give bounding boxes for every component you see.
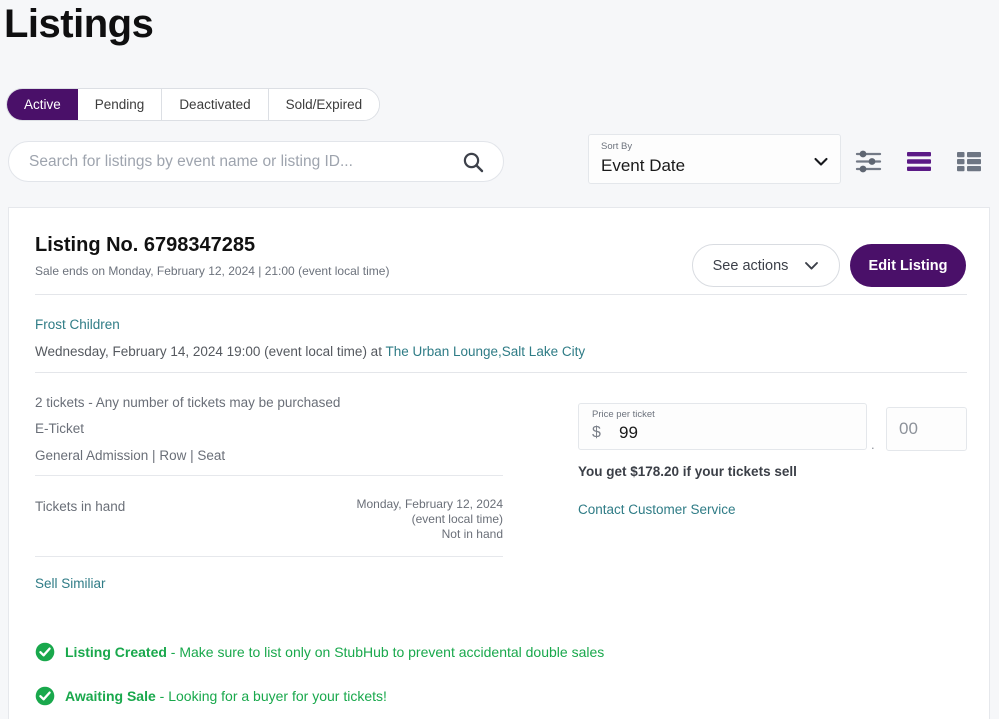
currency-symbol: $: [592, 424, 601, 441]
status-tab-bar: Active Pending Deactivated Sold/Expired: [6, 88, 381, 121]
tab-active[interactable]: Active: [7, 89, 78, 120]
listings-page: Listings Active Pending Deactivated Sold…: [0, 0, 999, 719]
tickets-in-hand-details: Monday, February 12, 2024 (event local t…: [233, 497, 503, 542]
sort-by-select[interactable]: Sort By Event Date: [588, 134, 841, 184]
search-icon[interactable]: [461, 150, 485, 174]
edit-listing-button[interactable]: Edit Listing: [850, 244, 966, 287]
seating-info: General Admission | Row | Seat: [35, 448, 226, 463]
page-title: Listings: [4, 2, 154, 46]
tickets-in-hand-timezone: (event local time): [411, 512, 503, 526]
price-per-ticket-label: Price per ticket: [592, 409, 655, 420]
grid-view-icon[interactable]: [956, 151, 982, 177]
performer-link[interactable]: Frost Children: [35, 317, 120, 332]
divider: [35, 294, 967, 295]
sort-by-value: Event Date: [601, 156, 686, 175]
sale-ends-text: Sale ends on Monday, February 12, 2024 |…: [35, 264, 390, 278]
list-view-icon[interactable]: [906, 151, 932, 177]
tab-deactivated[interactable]: Deactivated: [162, 89, 269, 120]
divider: [35, 475, 503, 476]
see-actions-button[interactable]: See actions: [692, 244, 840, 287]
delivery-type: E-Ticket: [35, 421, 85, 436]
tickets-in-hand-label: Tickets in hand: [35, 499, 126, 514]
chevron-down-icon[interactable]: [814, 154, 828, 172]
price-decimal-separator: .: [871, 437, 875, 452]
ticket-quantity: 2 tickets - Any number of tickets may be…: [35, 395, 341, 410]
price-dollars-input[interactable]: [619, 423, 849, 443]
listing-card: Listing No. 6798347285 Sale ends on Mond…: [8, 207, 990, 719]
event-datetime: Wednesday, February 14, 2024 19:00 (even…: [35, 344, 386, 359]
tab-sold-expired[interactable]: Sold/Expired: [268, 89, 380, 120]
payout-text: You get $178.20 if your tickets sell: [578, 464, 797, 479]
contact-customer-service-link[interactable]: Contact Customer Service: [578, 502, 736, 517]
check-circle-icon: [35, 642, 55, 662]
tab-pending[interactable]: Pending: [77, 89, 163, 120]
divider: [35, 372, 967, 373]
status-title: Listing Created: [65, 644, 167, 660]
check-circle-icon: [35, 686, 55, 706]
see-actions-label: See actions: [712, 257, 789, 274]
listing-number: Listing No. 6798347285: [35, 234, 256, 256]
event-details-line: Wednesday, February 14, 2024 19:00 (even…: [35, 344, 585, 359]
search-box[interactable]: [8, 141, 504, 182]
tickets-in-hand-date: Monday, February 12, 2024: [356, 497, 503, 511]
search-input[interactable]: [9, 152, 461, 171]
status-detail: - Make sure to list only on StubHub to p…: [166, 644, 605, 660]
venue-link[interactable]: The Urban Lounge,: [385, 344, 501, 359]
price-per-ticket-field[interactable]: Price per ticket $: [578, 403, 867, 450]
city-link[interactable]: Salt Lake City: [502, 344, 585, 359]
sort-by-label: Sort By: [601, 141, 633, 152]
tickets-in-hand-status: Not in hand: [441, 527, 503, 541]
status-text: Awaiting Sale - Looking for a buyer for …: [65, 688, 387, 704]
price-cents-input[interactable]: [899, 419, 955, 439]
status-row-awaiting-sale: Awaiting Sale - Looking for a buyer for …: [35, 686, 387, 706]
status-text: Listing Created - Make sure to list only…: [65, 644, 604, 660]
status-detail: - Looking for a buyer for your tickets!: [155, 688, 387, 704]
sell-similar-link[interactable]: Sell Similiar: [35, 576, 106, 591]
price-cents-field[interactable]: [886, 407, 967, 451]
divider: [35, 556, 503, 557]
status-row-listing-created: Listing Created - Make sure to list only…: [35, 642, 604, 662]
sliders-icon[interactable]: [855, 149, 882, 179]
status-title: Awaiting Sale: [65, 688, 156, 704]
chevron-down-icon: [804, 261, 819, 271]
